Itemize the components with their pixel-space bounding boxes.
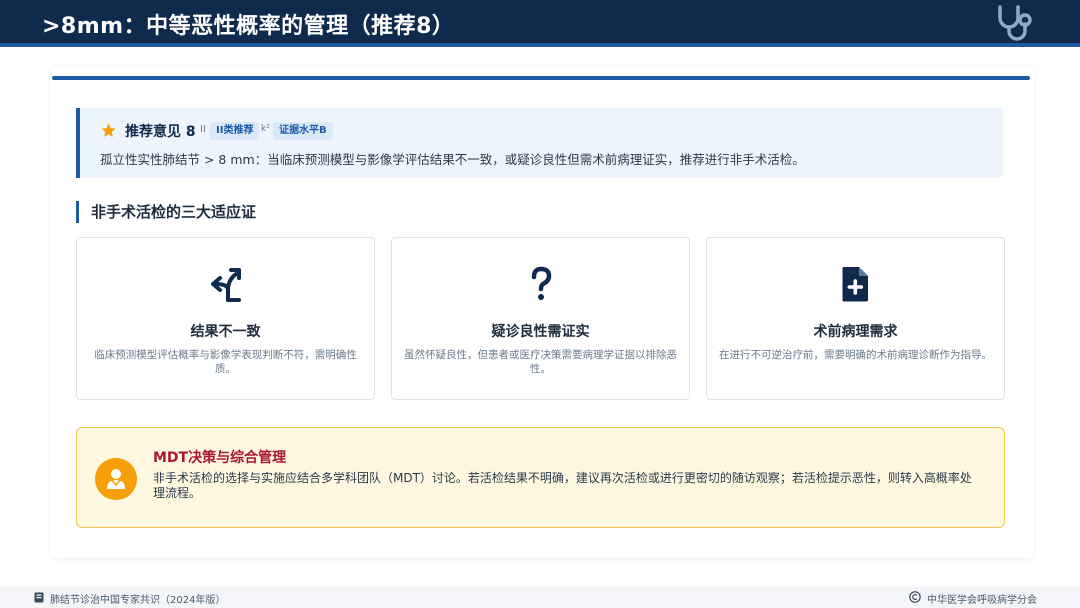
footer: 肺结节诊治中国专家共识（2024年版） 中华医学会呼吸病学分会 [0, 587, 1080, 608]
card-description: 临床预测模型评估概率与影像学表现判断不符，需明确性质。 [94, 349, 357, 375]
question-mark-icon [531, 266, 551, 300]
panel-divider [52, 76, 1030, 80]
footer-source: 肺结节诊治中国专家共识（2024年版） [50, 595, 226, 606]
indication-card-inconsistent: 结果不一致 临床预测模型评估概率与影像学表现判断不符，需明确性质。 [76, 237, 375, 400]
doctor-icon [95, 458, 137, 500]
evidence-level-badge: 证据水平B [273, 122, 333, 140]
mdt-text: 非手术活检的选择与实施应结合多学科团队（MDT）讨论。若活检结果不明确，建议再次… [153, 471, 972, 500]
recommendation-text: 孤立性实性肺结节 > 8 mm：当临床预测模型与影像学评估结果不一致，或疑诊良性… [100, 152, 805, 167]
card-title: 术前病理需求 [813, 324, 898, 340]
medical-file-icon [842, 267, 868, 302]
section-heading: 非手术活检的三大适应证 [76, 201, 256, 223]
star-icon [101, 123, 116, 137]
footer-organization: 中华医学会呼吸病学分会 [927, 595, 1037, 606]
indication-card-preop: 术前病理需求 在进行不可逆治疗前，需要明确的术前病理诊断作为指导。 [706, 237, 1005, 400]
card-description: 在进行不可逆治疗前，需要明确的术前病理诊断作为指导。 [719, 349, 992, 361]
title-bar: >8mm：中等恶性概率的管理（推荐8） [0, 0, 1080, 47]
diverging-arrows-icon [210, 268, 241, 302]
mdt-title: MDT决策与综合管理 [153, 450, 287, 466]
recommendation-fragment-2: k² [261, 124, 270, 134]
recommendation-title: 推荐意见 8 [125, 124, 196, 140]
recommendation-box: 推荐意见 8 II II类推荐 k² 证据水平B 孤立性实性肺结节 > 8 mm… [76, 108, 1003, 178]
card-title: 疑诊良性需证实 [491, 324, 590, 340]
recommendation-fragment: II [200, 124, 206, 135]
recommendation-class-badge: II类推荐 [210, 122, 260, 140]
page-title: >8mm：中等恶性概率的管理（推荐8） [42, 14, 455, 39]
card-title: 结果不一致 [190, 324, 261, 340]
copyright-icon [909, 591, 921, 603]
stethoscope-icon [998, 5, 1032, 41]
mdt-callout: MDT决策与综合管理 非手术活检的选择与实施应结合多学科团队（MDT）讨论。若活… [76, 427, 1005, 528]
card-description: 虽然怀疑良性，但患者或医疗决策需要病理学证据以排除恶性。 [404, 349, 677, 375]
indication-card-benign: 疑诊良性需证实 虽然怀疑良性，但患者或医疗决策需要病理学证据以排除恶性。 [391, 237, 690, 400]
book-icon [34, 592, 44, 603]
